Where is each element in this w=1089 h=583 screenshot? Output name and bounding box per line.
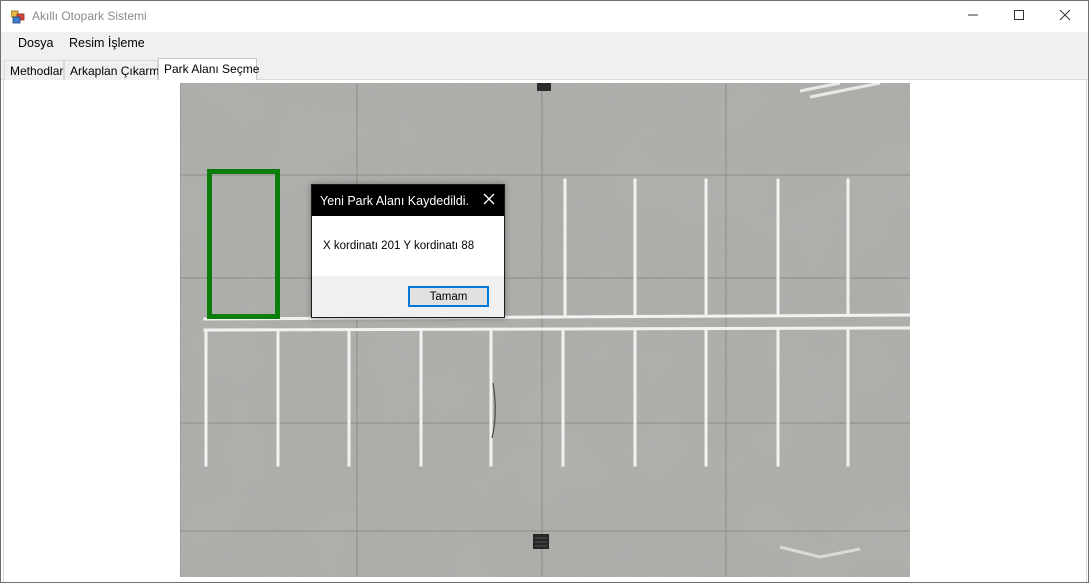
ok-button[interactable]: Tamam bbox=[408, 286, 489, 307]
maximize-icon bbox=[1013, 9, 1025, 24]
menu-dosya[interactable]: Dosya bbox=[16, 36, 55, 50]
parking-lot-photo bbox=[180, 83, 910, 577]
menu-bar: Dosya Resim İşleme bbox=[1, 32, 1088, 57]
parking-lot-image[interactable] bbox=[180, 83, 910, 577]
dialog-title-text: Yeni Park Alanı Kaydedildi. bbox=[320, 194, 469, 208]
message-dialog: Yeni Park Alanı Kaydedildi. X kordinatı … bbox=[311, 184, 505, 318]
window-title: Akıllı Otopark Sistemi bbox=[32, 9, 147, 23]
dialog-footer: Tamam bbox=[312, 276, 504, 317]
tab-park-alani-secme[interactable]: Park Alanı Seçme bbox=[158, 58, 259, 80]
title-bar[interactable]: Akıllı Otopark Sistemi bbox=[1, 1, 1088, 32]
dialog-body: X kordinatı 201 Y kordinatı 88 bbox=[312, 216, 504, 276]
dialog-close-button[interactable] bbox=[478, 189, 500, 211]
tab-strip: Methodlar Arkaplan Çıkarma Park Alanı Se… bbox=[1, 57, 1088, 80]
selected-parking-area[interactable] bbox=[207, 169, 280, 319]
maximize-button[interactable] bbox=[996, 1, 1042, 32]
tab-methodlar[interactable]: Methodlar bbox=[4, 60, 64, 80]
dialog-title[interactable]: Yeni Park Alanı Kaydedildi. bbox=[312, 185, 504, 216]
close-icon bbox=[483, 193, 495, 208]
app-icon bbox=[10, 10, 25, 24]
close-button[interactable] bbox=[1042, 1, 1088, 32]
minimize-button[interactable] bbox=[950, 1, 996, 32]
close-icon bbox=[1059, 9, 1071, 24]
dialog-message: X kordinatı 201 Y kordinatı 88 bbox=[323, 240, 475, 252]
tab-arkaplan-cikarma[interactable]: Arkaplan Çıkarma bbox=[64, 60, 166, 80]
menu-resim-isleme[interactable]: Resim İşleme bbox=[67, 36, 147, 50]
minimize-icon bbox=[967, 9, 979, 24]
